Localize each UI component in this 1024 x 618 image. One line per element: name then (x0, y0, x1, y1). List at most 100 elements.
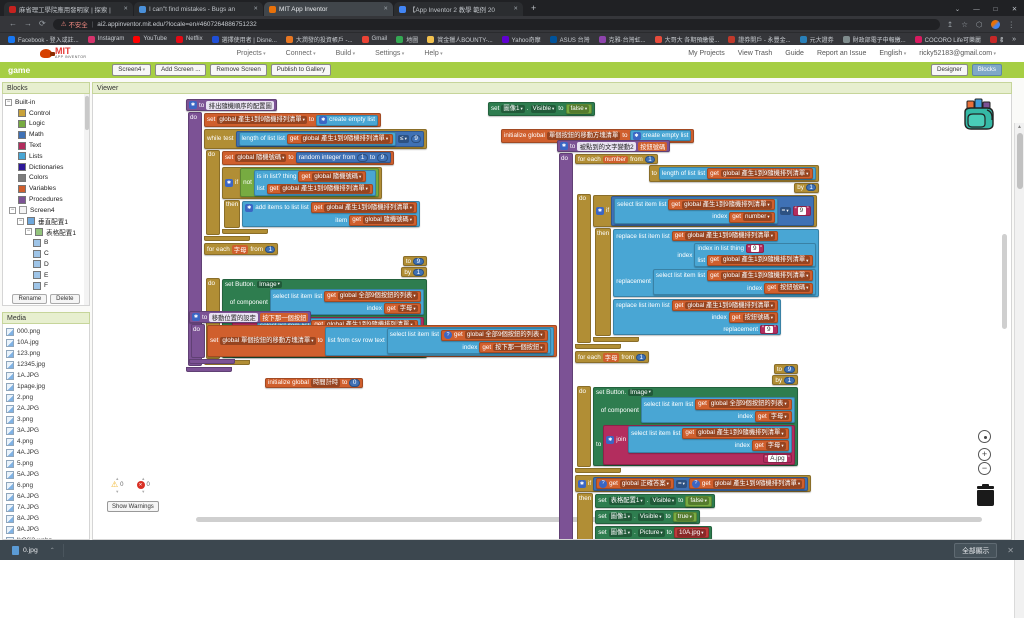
backpack-icon[interactable] (959, 98, 999, 134)
menu-help[interactable]: Help (424, 50, 442, 57)
block-field-dropdown[interactable]: global 產生1到9隨機排列清單 (685, 301, 775, 310)
bookmark-item[interactable]: 賞金獵人BOUNTY-... (427, 35, 493, 44)
block-field-dropdown[interactable]: global 隨機號碼 (235, 153, 287, 162)
new-tab-button[interactable]: + (531, 1, 536, 15)
bookmark-item[interactable]: ASUS 台灣 (549, 35, 590, 44)
bookmark-item[interactable]: 選擇使用者 | Disne... (211, 35, 277, 44)
procedure-move-group[interactable]: ✱ to 移動位置的設定 按下那一個按鈕 do set global 單個按鈕的移動方塊清單… (189, 311, 557, 365)
mutator-icon[interactable]: ✱ (596, 206, 604, 215)
bookmark-item[interactable]: 群益金融網 - 證券 (989, 35, 1003, 44)
set-property-block[interactable]: set圖像1.Visibletofalse (488, 102, 596, 116)
number-block[interactable]: 9 (410, 135, 422, 143)
block-field-dropdown[interactable]: global 隨機號碼 (312, 172, 364, 181)
tree-node-vertical-arrangement[interactable]: − 垂直配置1 (5, 216, 87, 227)
mutator-icon[interactable]: ✱ (319, 116, 328, 124)
get-block[interactable]: ? get global 正確答案 (596, 478, 674, 490)
number-block[interactable]: 1 (264, 245, 276, 253)
set-global-block[interactable]: setglobal 隨機號碼torandom integer from1to9 (222, 150, 394, 165)
number-block[interactable]: 9 (413, 257, 424, 265)
rename-button[interactable]: Rename (12, 294, 48, 305)
block-field-dropdown[interactable]: 字母 (602, 352, 620, 362)
get-block[interactable]: getglobal 產生1到9隨機排列清單 (310, 202, 417, 214)
get-block[interactable]: getglobal 產生1到9隨機排列清單 (682, 427, 789, 439)
set-property-block[interactable]: set表格配置1.Visibletofalse (595, 494, 715, 509)
palette-category-control[interactable]: Control (5, 108, 87, 119)
forward-icon[interactable]: → (24, 20, 32, 28)
header-link[interactable]: ricky52183@gmail.com (919, 50, 996, 57)
true-block[interactable]: true (672, 511, 697, 523)
warning-counter[interactable]: ▲ ⚠ 0 ▼ (111, 476, 124, 494)
media-file-item[interactable]: 1A.JPG (6, 370, 86, 381)
set-button-image-block[interactable]: set Button.Imageof componentselect list … (593, 387, 798, 467)
block-field-dropdown[interactable]: Visible (637, 513, 664, 521)
block-field-dropdown[interactable]: Image (257, 280, 282, 288)
tree-node-screen[interactable]: − Screen4 (5, 205, 87, 216)
bookmark-item[interactable]: 克雅·台灣虹... (598, 35, 646, 44)
block-field-dropdown[interactable]: global 產生1到9隨機排列清單 (300, 135, 391, 143)
block-field-dropdown[interactable]: 圖像1 (608, 528, 633, 537)
get-block[interactable]: getglobal 產生1到9隨機排列清單 (707, 168, 814, 179)
browser-tab[interactable]: I can"t find mistakes - Bugs an ✕ (134, 2, 263, 16)
number-block[interactable]: 1 (784, 376, 795, 384)
media-file-item[interactable]: 8A.JPG (6, 513, 86, 524)
back-icon[interactable]: ← (9, 20, 17, 28)
string-field[interactable]: 9 (797, 207, 806, 215)
list-from-csv-row-block[interactable]: list from csv row text select list item li… (324, 326, 554, 356)
block-field-dropdown[interactable]: 按下那一個按鈕 (493, 343, 545, 352)
menu-projects[interactable]: Projects (236, 50, 265, 57)
collapse-icon[interactable]: − (9, 206, 16, 214)
block-field-dropdown[interactable]: global 產生1到9隨機排列清單 (217, 116, 307, 124)
header-link[interactable]: View Trash (738, 50, 773, 57)
procedure-block[interactable]: ✱ to 移動位置的設定 按下那一個按鈕 do set global 單個按鈕的移動方塊清單… (189, 311, 557, 365)
palette-category-dictionaries[interactable]: Dictionaries (5, 162, 87, 173)
initialize-global-block[interactable]: initialize global 時間計時 to 0 (265, 377, 363, 389)
header-link[interactable]: Guide (785, 50, 804, 57)
compare-block[interactable]: ?getglobal 正確答案=?getglobal 產生1到9隨機排列清單 (593, 476, 809, 491)
replace-list-item-block[interactable]: replace list item list get global 產生1到9隨機排列… (613, 229, 820, 297)
get-block[interactable]: getglobal 產生1到9隨機排列清單 (707, 270, 814, 282)
block-field-dropdown[interactable]: Image (628, 388, 653, 396)
collapse-icon[interactable]: − (25, 228, 32, 236)
media-file-item[interactable]: 6.png (6, 480, 86, 491)
mutator-icon[interactable]: ✱ (632, 131, 641, 140)
mutator-icon[interactable]: ✱ (192, 313, 200, 321)
canvas-vertical-scrollbar[interactable] (1002, 234, 1007, 329)
bookmark-item[interactable]: Facebook - 登入或註... (8, 35, 79, 44)
string-field[interactable]: 9 (751, 245, 760, 253)
procedure-block[interactable]: ✱ to 被點到的文字變動2 按鈕號碼 do for each number from 1 to l… (557, 140, 820, 539)
asset-block[interactable]: 10A.jpg (673, 527, 709, 539)
mit-app-inventor-logo[interactable]: MIT APP INVENTOR (40, 47, 86, 60)
close-download-bar-icon[interactable]: ✕ (1007, 546, 1014, 555)
minimize-icon[interactable]: — (967, 3, 986, 16)
block-field-dropdown[interactable]: global 產生1到9隨機排列清單 (682, 200, 772, 209)
error-counter[interactable]: ▲ ✕ 0 ▼ (136, 476, 150, 494)
add-items-to-list-block[interactable]: ✱ add items to list list get global 產生1到9隨機排… (242, 200, 420, 228)
block-field-dropdown[interactable]: 按鈕號碼 (638, 141, 668, 151)
number-block[interactable]: 1 (357, 153, 368, 162)
random-integer-block[interactable]: random integer from 1 to 9 (295, 152, 391, 164)
palette-category-procedures[interactable]: Procedures (5, 194, 87, 205)
collapse-down-icon[interactable]: ▼ (115, 489, 119, 494)
share-icon[interactable]: ↥ (947, 20, 953, 29)
set-property-block[interactable]: set圖像1.Pictureto 10A.jpg (595, 525, 712, 539)
create-empty-list-block[interactable]: ✱ create empty list (316, 114, 379, 126)
tree-node-button-D[interactable]: D (5, 259, 87, 270)
media-file-item[interactable]: 123.png (6, 348, 86, 359)
media-file-item[interactable]: 4A.JPG (6, 447, 86, 458)
media-file-item[interactable]: 9A.JPG (6, 524, 86, 535)
get-block[interactable]: get global 隨機號碼 (349, 214, 417, 226)
length-of-list-block[interactable]: length of list list get global 產生1到9隨機排列清單 (658, 166, 817, 181)
show-all-downloads-button[interactable]: 全部顯示 (954, 542, 998, 558)
browser-tab[interactable]: 【App Inventor 2 教學 範例 20 ✕ (394, 2, 523, 16)
get-block[interactable]: get 按鈕號碼 (764, 282, 814, 294)
block-field-dropdown[interactable]: 按下那一個按鈕 (260, 312, 309, 322)
block-field-dropdown[interactable]: true (675, 513, 694, 521)
bookmark-item[interactable]: Yahoo奇摩 (501, 35, 541, 44)
palette-category-text[interactable]: Text (5, 140, 87, 151)
block-field-dropdown[interactable]: number (602, 155, 629, 163)
block-field-dropdown[interactable]: global 產生1到9隨機排列清單 (324, 203, 414, 212)
bookmark-star-icon[interactable]: ☆ (961, 20, 968, 29)
mutator-icon[interactable]: ✱ (606, 435, 615, 444)
block-field-dropdown[interactable]: false (688, 497, 709, 506)
collapse-down-icon[interactable]: ▼ (141, 489, 145, 494)
